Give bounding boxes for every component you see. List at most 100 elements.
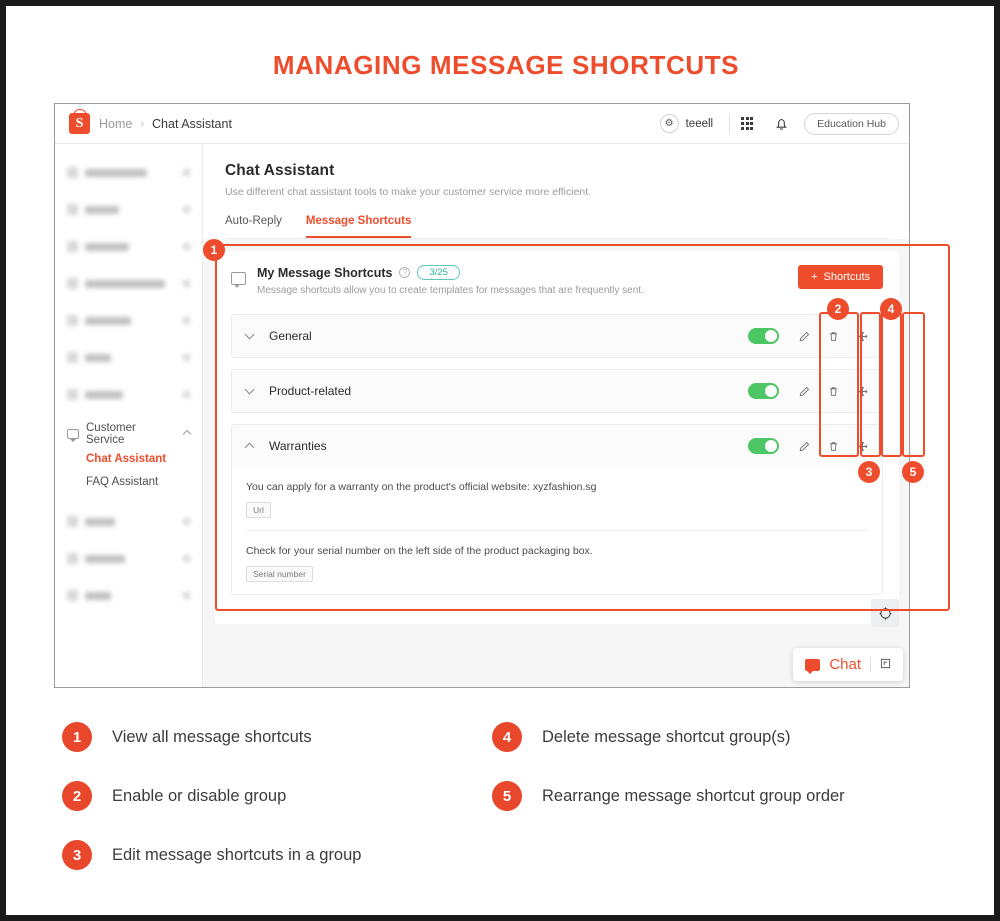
legend-number: 5 xyxy=(492,781,522,811)
group-row-actions xyxy=(748,315,882,357)
message-text: Check for your serial number on the left… xyxy=(246,545,593,557)
chat-widget-label: Chat xyxy=(829,656,861,673)
legend-item-3: 3 Edit message shortcuts in a group xyxy=(62,840,492,870)
sidebar-item-blurred[interactable] xyxy=(67,376,190,413)
legend-number: 1 xyxy=(62,722,92,752)
legend-item-4: 4 Delete message shortcut group(s) xyxy=(492,722,962,752)
tab-message-shortcuts[interactable]: Message Shortcuts xyxy=(305,215,412,238)
sidebar-item-blurred[interactable] xyxy=(67,302,190,339)
sidebar-item-label: Chat Assistant xyxy=(86,452,167,465)
left-sidebar: Customer Service Chat Assistant FAQ Assi… xyxy=(55,144,203,687)
shortcut-message-item[interactable]: Check for your serial number on the left… xyxy=(246,530,868,594)
sidebar-group-customer-service: Customer Service Chat Assistant FAQ Assi… xyxy=(67,421,192,493)
trash-icon[interactable] xyxy=(822,441,844,452)
shortcut-group-general: General xyxy=(231,314,883,358)
message-shortcuts-panel: My Message Shortcuts ? 3/25 Message shor… xyxy=(215,251,899,624)
trash-icon[interactable] xyxy=(822,331,844,342)
sidebar-item-blurred[interactable] xyxy=(67,339,190,376)
content-page-title: Chat Assistant xyxy=(225,162,335,179)
page-title: MANAGING MESSAGE SHORTCUTS xyxy=(272,50,740,80)
pencil-icon[interactable] xyxy=(793,331,815,342)
group-name-label: General xyxy=(269,329,312,343)
sidebar-item-blurred[interactable] xyxy=(67,577,190,614)
add-shortcuts-button[interactable]: + Shortcuts xyxy=(798,265,883,289)
sidebar-item-blurred[interactable] xyxy=(67,503,190,540)
shortcut-group-product-related: Product-related xyxy=(231,369,883,413)
message-text: You can apply for a warranty on the prod… xyxy=(246,481,597,493)
chevron-down-icon[interactable] xyxy=(244,329,255,340)
legend-number: 3 xyxy=(62,840,92,870)
question-mark-icon[interactable]: ? xyxy=(399,267,411,278)
shortcut-group-warranties: Warranties You can apply for a warranty … xyxy=(231,424,883,595)
sidebar-item-blurred[interactable] xyxy=(67,154,190,191)
pencil-icon[interactable] xyxy=(793,386,815,397)
message-icon xyxy=(67,429,79,442)
user-avatar-icon: ⚙ xyxy=(659,114,679,133)
tab-auto-reply[interactable]: Auto-Reply xyxy=(225,215,282,238)
scroll-to-top-icon[interactable] xyxy=(871,599,899,627)
expand-icon[interactable] xyxy=(880,658,891,672)
group-enable-toggle[interactable] xyxy=(748,438,779,454)
callout-badge-1: 1 xyxy=(203,239,225,261)
pencil-icon[interactable] xyxy=(793,441,815,452)
move-arrows-icon[interactable] xyxy=(851,331,873,342)
legend-number: 4 xyxy=(492,722,522,752)
group-enable-toggle[interactable] xyxy=(748,328,779,344)
shortcut-message-item[interactable]: You can apply for a warranty on the prod… xyxy=(246,467,868,530)
legend-item-5: 5 Rearrange message shortcut group order xyxy=(492,781,962,811)
add-shortcuts-label: Shortcuts xyxy=(823,271,870,283)
sidebar-item-label: Customer Service xyxy=(86,422,136,446)
main-content: Chat Assistant Use different chat assist… xyxy=(203,144,909,687)
user-menu[interactable]: ⚙ teeell xyxy=(659,114,730,133)
sidebar-item-blurred[interactable] xyxy=(67,540,190,577)
message-tag: Url xyxy=(246,502,271,518)
legend: 1 View all message shortcuts 4 Delete me… xyxy=(62,722,962,870)
content-page-subtitle: Use different chat assistant tools to ma… xyxy=(225,186,592,198)
group-header-row[interactable]: General xyxy=(232,315,882,357)
sidebar-item-blurred[interactable] xyxy=(67,191,190,228)
group-message-list: You can apply for a warranty on the prod… xyxy=(232,467,882,594)
shortcut-group-list: General Product-related Warranties You c… xyxy=(231,314,883,595)
group-name-label: Product-related xyxy=(269,384,352,398)
sidebar-item-faq-assistant[interactable]: FAQ Assistant xyxy=(67,470,190,493)
group-header-row[interactable]: Product-related xyxy=(232,370,882,412)
chat-widget[interactable]: Chat xyxy=(793,648,903,681)
tab-bar: Auto-Reply Message Shortcuts xyxy=(225,215,889,239)
chevron-up-icon[interactable] xyxy=(182,429,192,439)
move-arrows-icon[interactable] xyxy=(851,441,873,452)
legend-item-1: 1 View all message shortcuts xyxy=(62,722,492,752)
panel-header: My Message Shortcuts ? 3/25 Message shor… xyxy=(231,265,883,296)
trash-icon[interactable] xyxy=(822,386,844,397)
sidebar-item-chat-assistant[interactable]: Chat Assistant xyxy=(67,447,190,470)
notification-bell-icon[interactable] xyxy=(764,107,798,141)
legend-label: View all message shortcuts xyxy=(112,727,312,746)
education-hub-button[interactable]: Education Hub xyxy=(804,112,899,135)
topbar-right-cluster: ⚙ teeell Education Hub xyxy=(659,107,899,141)
sidebar-item-blurred[interactable] xyxy=(67,265,190,302)
group-name-label: Warranties xyxy=(269,439,327,453)
callout-badge-2: 2 xyxy=(827,298,849,320)
panel-description: Message shortcuts allow you to create te… xyxy=(257,285,644,296)
chat-bubble-icon xyxy=(805,658,821,674)
message-tag: Serial number xyxy=(246,566,313,582)
chevron-up-icon[interactable] xyxy=(244,442,255,453)
content-header: Chat Assistant Use different chat assist… xyxy=(203,144,909,239)
move-arrows-icon[interactable] xyxy=(851,386,873,397)
group-row-actions xyxy=(748,425,882,467)
shortcut-count-badge: 3/25 xyxy=(417,265,460,280)
callout-badge-3: 3 xyxy=(858,461,880,483)
breadcrumb-home[interactable]: Home xyxy=(99,117,132,131)
sidebar-item-blurred[interactable] xyxy=(67,228,190,265)
group-header-row[interactable]: Warranties xyxy=(232,425,882,467)
username-label: teeell xyxy=(685,117,714,130)
infographic-page: MANAGING MESSAGE SHORTCUTS S Home › Chat… xyxy=(0,0,1000,921)
breadcrumb-separator: › xyxy=(140,117,145,130)
group-enable-toggle[interactable] xyxy=(748,383,779,399)
sidebar-item-customer-service[interactable]: Customer Service xyxy=(67,421,192,447)
apps-grid-icon[interactable] xyxy=(730,107,764,141)
shopee-logo-icon[interactable]: S xyxy=(69,113,90,134)
browser-window: S Home › Chat Assistant ⚙ teeell Educati… xyxy=(54,103,910,688)
chevron-down-icon[interactable] xyxy=(244,384,255,395)
top-navigation-bar: S Home › Chat Assistant ⚙ teeell Educati… xyxy=(55,104,909,144)
legend-label: Enable or disable group xyxy=(112,786,287,805)
